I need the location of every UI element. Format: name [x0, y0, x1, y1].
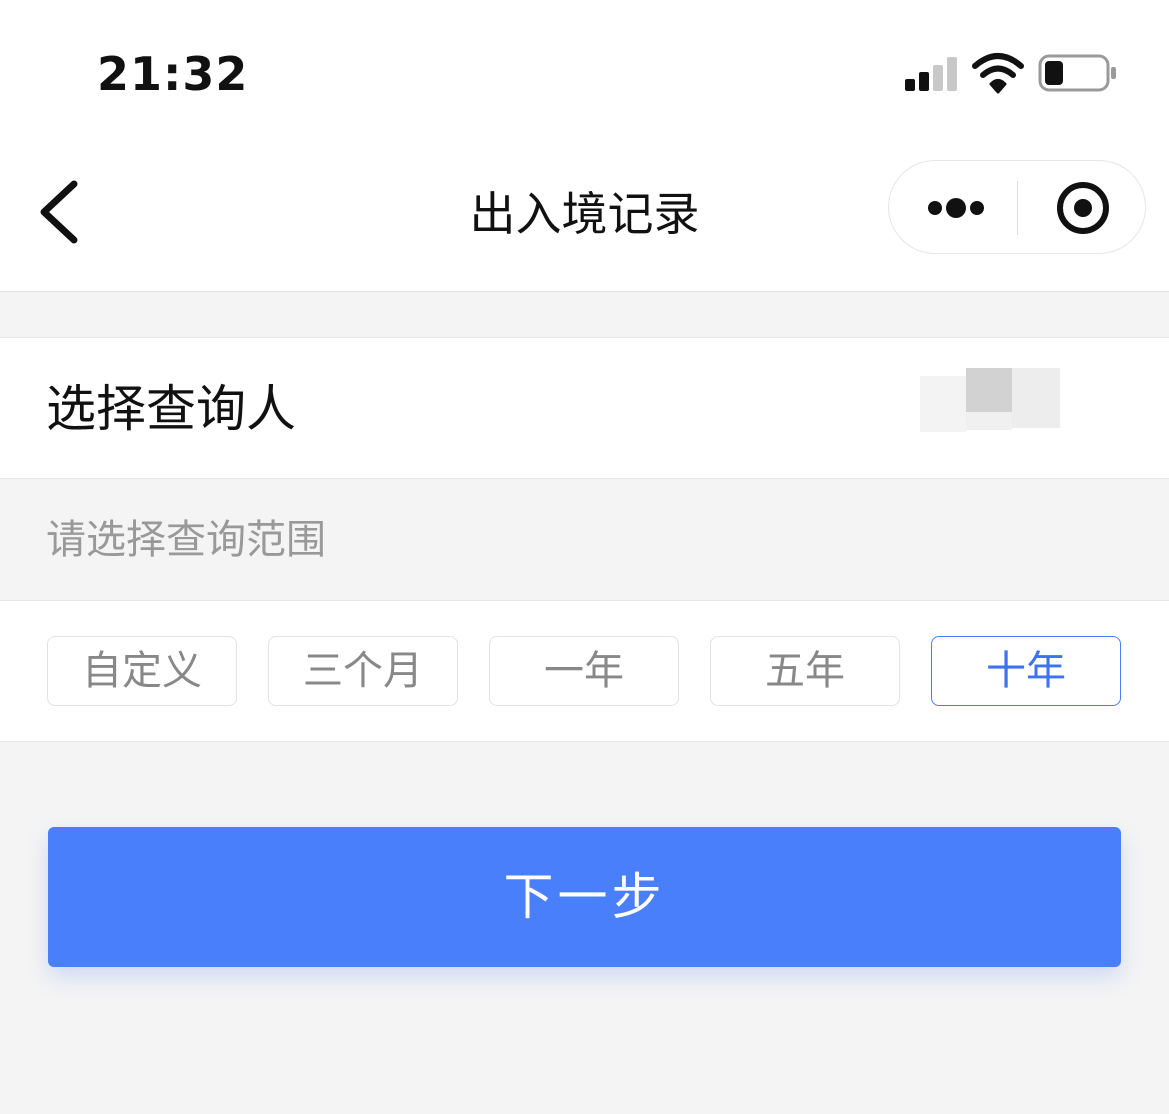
range-hint: 请选择查询范围 [46, 517, 326, 563]
wifi-icon [972, 53, 1024, 94]
target-circle-icon [1057, 182, 1109, 234]
nav-bar: 出入境记录 [0, 140, 1169, 292]
range-options: 自定义 三个月 一年 五年 十年 [0, 600, 1169, 742]
more-dots-icon [928, 198, 984, 218]
more-button[interactable] [889, 161, 1017, 253]
mini-program-capsule [888, 160, 1146, 254]
close-button[interactable] [1019, 161, 1145, 253]
option-custom[interactable]: 自定义 [47, 636, 237, 706]
cellular-signal-icon [905, 57, 959, 91]
option-five-years[interactable]: 五年 [710, 636, 900, 706]
next-button[interactable]: 下一步 [48, 827, 1121, 967]
select-person-label: 选择查询人 [46, 380, 296, 438]
select-person-row[interactable]: 选择查询人 [0, 337, 1169, 479]
option-three-months[interactable]: 三个月 [268, 636, 458, 706]
option-ten-years[interactable]: 十年 [931, 636, 1121, 706]
battery-icon [1038, 54, 1116, 92]
option-one-year[interactable]: 一年 [489, 636, 679, 706]
status-time: 21:32 [97, 47, 249, 101]
person-name-redacted [920, 368, 1060, 432]
status-bar: 21:32 [0, 0, 1169, 140]
capsule-divider [1017, 181, 1018, 235]
